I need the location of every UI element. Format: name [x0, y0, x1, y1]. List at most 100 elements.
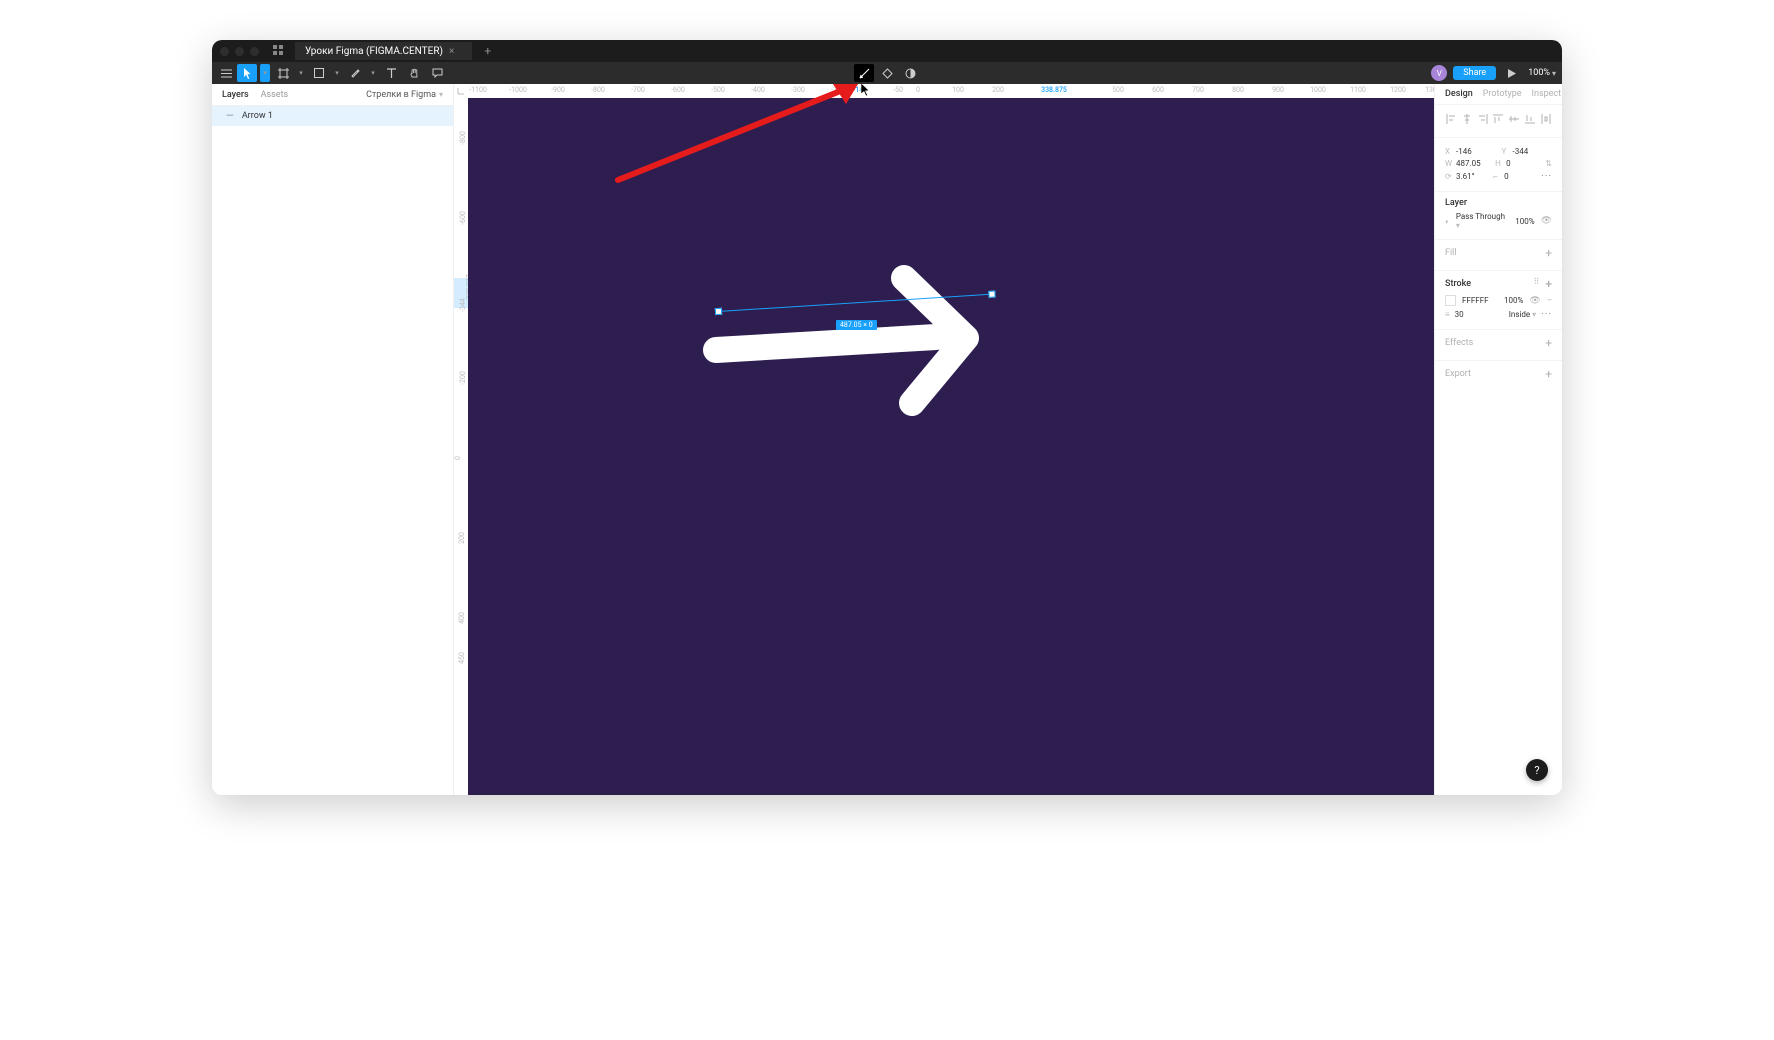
frame-tool[interactable] — [273, 64, 293, 82]
layer-label: Arrow 1 — [242, 111, 273, 121]
share-button[interactable]: Share — [1453, 66, 1496, 80]
align-right-icon[interactable] — [1477, 113, 1489, 125]
traffic-max[interactable] — [250, 47, 259, 56]
stroke-weight[interactable]: 30 — [1455, 310, 1504, 319]
move-tool[interactable] — [237, 64, 257, 82]
figma-window: Уроки Figma (FIGMA.CENTER) × + ▾ ▾ ▾ — [212, 40, 1562, 795]
edit-object-tool[interactable] — [854, 64, 874, 82]
frame-tool-chevron-icon[interactable]: ▾ — [296, 64, 306, 82]
pos-y[interactable]: -344 — [1513, 147, 1553, 156]
hand-tool[interactable] — [404, 64, 424, 82]
shape-tool-chevron-icon[interactable]: ▾ — [332, 64, 342, 82]
align-section — [1435, 105, 1562, 138]
home-icon[interactable] — [273, 45, 283, 58]
corner-radius[interactable]: 0 — [1504, 172, 1535, 181]
toolbar: ▾ ▾ ▾ ▾ — [212, 62, 1562, 84]
width[interactable]: 487.05 — [1456, 159, 1489, 168]
more-icon[interactable]: ··· — [1541, 171, 1552, 182]
remove-stroke-icon[interactable]: − — [1547, 296, 1552, 306]
traffic-close[interactable] — [220, 47, 229, 56]
layer-row[interactable]: — Arrow 1 — [212, 106, 453, 126]
add-effect-icon[interactable]: + — [1545, 336, 1552, 350]
visibility-icon[interactable]: 👁 — [1541, 216, 1552, 226]
stroke-swatch[interactable] — [1445, 295, 1456, 306]
add-export-icon[interactable]: + — [1545, 367, 1552, 381]
rotation-icon: ⟳ — [1445, 172, 1453, 181]
export-section: Export + — [1435, 361, 1562, 391]
align-top-icon[interactable] — [1492, 113, 1504, 125]
canvas[interactable]: -1100 -1000 -900 -800 -700 -600 -500 -40… — [454, 84, 1434, 795]
dimension-label: 487.05 × 0 — [836, 320, 877, 330]
left-panel: Layers Assets Стрелки в Figma ▾ — Arrow … — [212, 84, 454, 795]
align-vcenter-icon[interactable] — [1508, 113, 1520, 125]
chevron-down-icon: ▾ — [439, 90, 443, 99]
layer-opacity[interactable]: 100% — [1515, 217, 1534, 226]
stroke-section: Stroke ⠿ + FFFFFF 100% 👁 − ≡ 30 Insi — [1435, 271, 1562, 330]
distribute-icon[interactable] — [1540, 113, 1552, 125]
right-panel: Design Prototype Inspect X-146 — [1434, 84, 1562, 795]
blend-icon: ◐ — [1445, 217, 1450, 226]
mask-tool[interactable] — [900, 64, 920, 82]
layer-section: Layer ◐ Pass Through ▾ 100% 👁 — [1435, 192, 1562, 240]
add-stroke-icon[interactable]: + — [1545, 277, 1552, 291]
fill-section: Fill + — [1435, 240, 1562, 271]
ruler-corner[interactable] — [454, 84, 468, 98]
ruler-vertical: -800 -600 -378.337 -344 -200 0 200 400 4… — [454, 98, 468, 795]
stroke-visibility-icon[interactable]: 👁 — [1529, 296, 1540, 306]
window-controls[interactable] — [220, 47, 259, 56]
chevron-down-icon: ▾ — [1552, 69, 1556, 78]
layers-list: — Arrow 1 — [212, 106, 453, 795]
constrain-icon[interactable]: ⇅ — [1545, 159, 1552, 168]
align-bottom-icon[interactable] — [1524, 113, 1536, 125]
help-button[interactable]: ? — [1526, 759, 1548, 781]
pen-tool[interactable] — [345, 64, 365, 82]
toolbar-left: ▾ ▾ ▾ ▾ — [218, 64, 447, 82]
stroke-align[interactable]: Inside ▾ — [1509, 310, 1536, 319]
file-tab-label: Уроки Figma (FIGMA.CENTER) — [305, 46, 443, 57]
left-panel-tabs: Layers Assets Стрелки в Figma ▾ — [212, 84, 453, 106]
annotation-arrow — [608, 84, 868, 196]
stroke-weight-icon: ≡ — [1445, 310, 1450, 319]
tab-assets[interactable]: Assets — [261, 90, 289, 100]
rotation[interactable]: 3.61° — [1456, 172, 1487, 181]
menu-button[interactable] — [218, 64, 234, 82]
add-fill-icon[interactable]: + — [1545, 246, 1552, 260]
align-left-icon[interactable] — [1445, 113, 1457, 125]
page-selector[interactable]: Стрелки в Figma ▾ — [366, 90, 443, 100]
tab-design[interactable]: Design — [1445, 89, 1473, 99]
toolbar-right: V Share 100% ▾ — [1431, 64, 1556, 82]
user-avatar[interactable]: V — [1431, 65, 1447, 81]
traffic-min[interactable] — [235, 47, 244, 56]
text-tool[interactable] — [381, 64, 401, 82]
align-hcenter-icon[interactable] — [1461, 113, 1473, 125]
close-tab-icon[interactable]: × — [449, 46, 454, 57]
effects-section: Effects + — [1435, 330, 1562, 361]
blend-mode[interactable]: Pass Through ▾ — [1456, 212, 1509, 230]
arrow-shape[interactable] — [706, 238, 1006, 392]
titlebar: Уроки Figma (FIGMA.CENTER) × + — [212, 40, 1562, 62]
tab-layers[interactable]: Layers — [222, 90, 249, 100]
shape-tool[interactable] — [309, 64, 329, 82]
comment-tool[interactable] — [427, 64, 447, 82]
stroke-style-icon[interactable]: ⠿ — [1533, 277, 1539, 291]
component-tool[interactable] — [877, 64, 897, 82]
toolbar-center — [854, 64, 920, 82]
right-panel-tabs: Design Prototype Inspect — [1435, 84, 1562, 105]
stroke-more-icon[interactable]: ··· — [1541, 309, 1552, 320]
arrow-layer-icon: — — [226, 111, 234, 122]
file-tab[interactable]: Уроки Figma (FIGMA.CENTER) × — [295, 42, 472, 60]
pen-tool-chevron-icon[interactable]: ▾ — [368, 64, 378, 82]
tab-prototype[interactable]: Prototype — [1483, 89, 1522, 99]
pos-x[interactable]: -146 — [1456, 147, 1496, 156]
height[interactable]: 0 — [1506, 159, 1539, 168]
geometry-section: X-146 Y-344 W487.05 H0 ⇅ ⟳3.61° ⌐0 ··· — [1435, 138, 1562, 192]
body: Layers Assets Стрелки в Figma ▾ — Arrow … — [212, 84, 1562, 795]
zoom-level[interactable]: 100% ▾ — [1528, 68, 1556, 78]
stroke-color[interactable]: FFFFFF — [1462, 296, 1498, 305]
new-tab-button[interactable]: + — [484, 44, 491, 58]
tab-inspect[interactable]: Inspect — [1532, 89, 1562, 99]
move-tool-chevron-icon[interactable]: ▾ — [260, 64, 270, 82]
play-button[interactable] — [1502, 64, 1522, 82]
stroke-opacity[interactable]: 100% — [1504, 296, 1523, 305]
canvas-frame[interactable]: 487.05 × 0 — [468, 98, 1434, 795]
